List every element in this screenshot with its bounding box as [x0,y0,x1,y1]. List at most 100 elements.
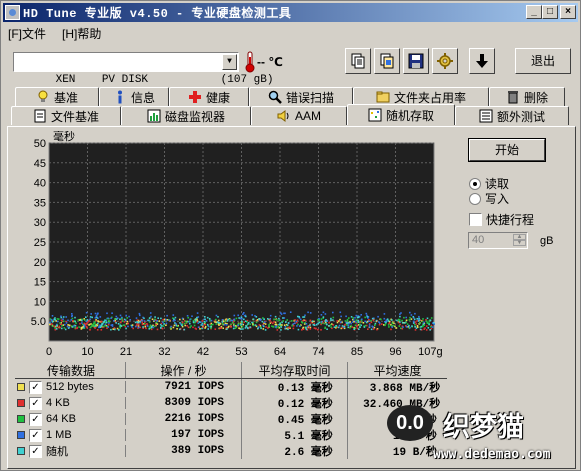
data-point [286,324,289,326]
data-point [122,324,125,327]
data-point [215,323,218,325]
data-point [401,319,403,322]
data-point [425,319,427,321]
data-point [174,322,176,324]
tab-info[interactable]: 信息 [99,87,169,106]
data-point [141,319,143,322]
copy-text-button[interactable] [345,48,371,74]
row-checkbox[interactable]: ✓ [29,412,42,426]
save-button[interactable] [403,48,429,74]
data-point [165,322,168,325]
data-point [189,322,191,325]
data-point [71,326,74,328]
spin-down-icon[interactable]: ▼ [513,240,526,246]
tab-error-scan[interactable]: 错误扫描 [249,87,353,106]
row-ops: 8309 [164,397,191,409]
chevron-down-icon[interactable]: ▼ [222,54,237,70]
tab-erase[interactable]: 删除 [489,87,565,106]
data-point [285,321,287,323]
data-point [156,320,158,322]
data-point [431,326,434,328]
exit-button[interactable]: 退出 [515,48,571,74]
header-avg-access-time: 平均存取时间 [241,362,347,378]
data-point [225,324,228,326]
data-point [117,323,120,325]
row-ops-cell: 7921 IOPS [125,381,241,393]
write-radio-label: 写入 [485,192,510,206]
data-point [332,311,334,314]
spinner-arrows[interactable]: ▲ ▼ [513,234,526,247]
short-stroke-checkbox[interactable]: 快捷行程 [469,211,534,228]
lightbulb-icon [38,90,48,102]
row-checkbox[interactable]: ✓ [29,444,42,458]
data-point [162,325,165,327]
data-point [378,321,380,323]
data-point [401,327,404,330]
data-point [405,316,407,319]
data-point [374,322,377,325]
download-button[interactable] [469,48,495,74]
data-point [113,327,116,329]
row-checkbox[interactable]: ✓ [29,428,42,442]
data-point [144,325,147,328]
data-point [96,316,98,319]
data-point [422,323,425,325]
data-point [400,312,402,314]
data-point [54,327,56,329]
data-point [348,317,350,319]
data-point [425,329,428,331]
short-stroke-check[interactable] [469,213,482,226]
title-bar[interactable]: HD Tune 专业版 v4.50 - 专业硬盘检测工具 _ □ × [3,3,578,22]
tab-benchmark[interactable]: 基准 [15,87,99,106]
data-point [59,326,61,329]
data-point [401,322,404,324]
data-point [197,316,200,318]
tab-extra-tests[interactable]: 额外测试 [455,106,569,125]
write-radio[interactable]: 写入 [469,190,509,207]
data-point [326,328,328,330]
row-checkbox[interactable]: ✓ [29,396,42,410]
x-tick-label: 10 [81,346,93,358]
row-time-cell: 0.12 毫秒 [241,395,347,411]
close-button[interactable]: × [560,5,576,19]
data-point [365,312,368,315]
data-point [304,319,307,322]
data-point [391,322,394,324]
data-point [139,314,141,317]
options-button[interactable] [432,48,458,74]
results-header: 传输数据 操作 / 秒 平均存取时间 平均速度 [15,362,447,379]
menu-help[interactable]: [H]帮助 [59,24,104,42]
row-ops: 2216 [164,413,191,425]
data-point [344,320,347,322]
data-point [291,324,293,327]
data-point [187,326,190,329]
minimize-button[interactable]: _ [526,5,542,19]
read-radio-dot[interactable] [469,177,481,190]
data-point [416,325,419,327]
data-point [340,315,342,318]
copy-screenshot-button[interactable] [374,48,400,74]
tab-file-benchmark[interactable]: 文件基准 [11,106,121,125]
write-radio-dot[interactable] [469,192,481,205]
tab-health[interactable]: 健康 [169,87,249,106]
data-point [357,319,360,322]
row-checkbox[interactable]: ✓ [29,380,42,394]
menu-file[interactable]: [F]文件 [5,24,49,42]
data-point [354,317,356,319]
tab-random-access[interactable]: 随机存取 [347,104,455,125]
tab-disk-monitor[interactable]: 磁盘监视器 [121,106,251,125]
drive-select[interactable]: XEN PV DISK (107 gB) ▼ [13,52,273,86]
data-point [425,325,428,327]
y-tick-label: 20 [34,257,46,269]
data-point [210,325,212,328]
data-point [243,318,245,321]
data-point [199,328,201,330]
data-point [208,318,211,320]
stroke-size-input[interactable]: 40 ▲ ▼ [468,232,528,249]
maximize-button[interactable]: □ [542,5,558,19]
start-button[interactable]: 开始 [468,138,546,162]
data-point [218,324,220,326]
tab-aam[interactable]: AAM [251,106,347,125]
data-point [224,320,227,322]
data-point [347,321,350,324]
